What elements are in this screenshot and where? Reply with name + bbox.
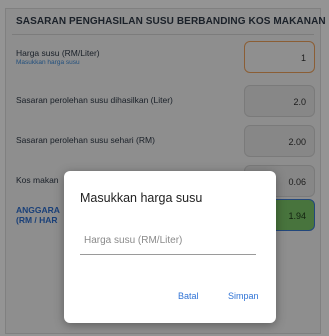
- cancel-button[interactable]: Batal: [174, 289, 203, 303]
- milk-price-dialog: Masukkan harga susu Batal Simpan: [64, 171, 276, 323]
- dialog-title: Masukkan harga susu: [80, 191, 203, 205]
- save-button[interactable]: Simpan: [224, 289, 263, 303]
- milk-price-input[interactable]: [80, 227, 256, 255]
